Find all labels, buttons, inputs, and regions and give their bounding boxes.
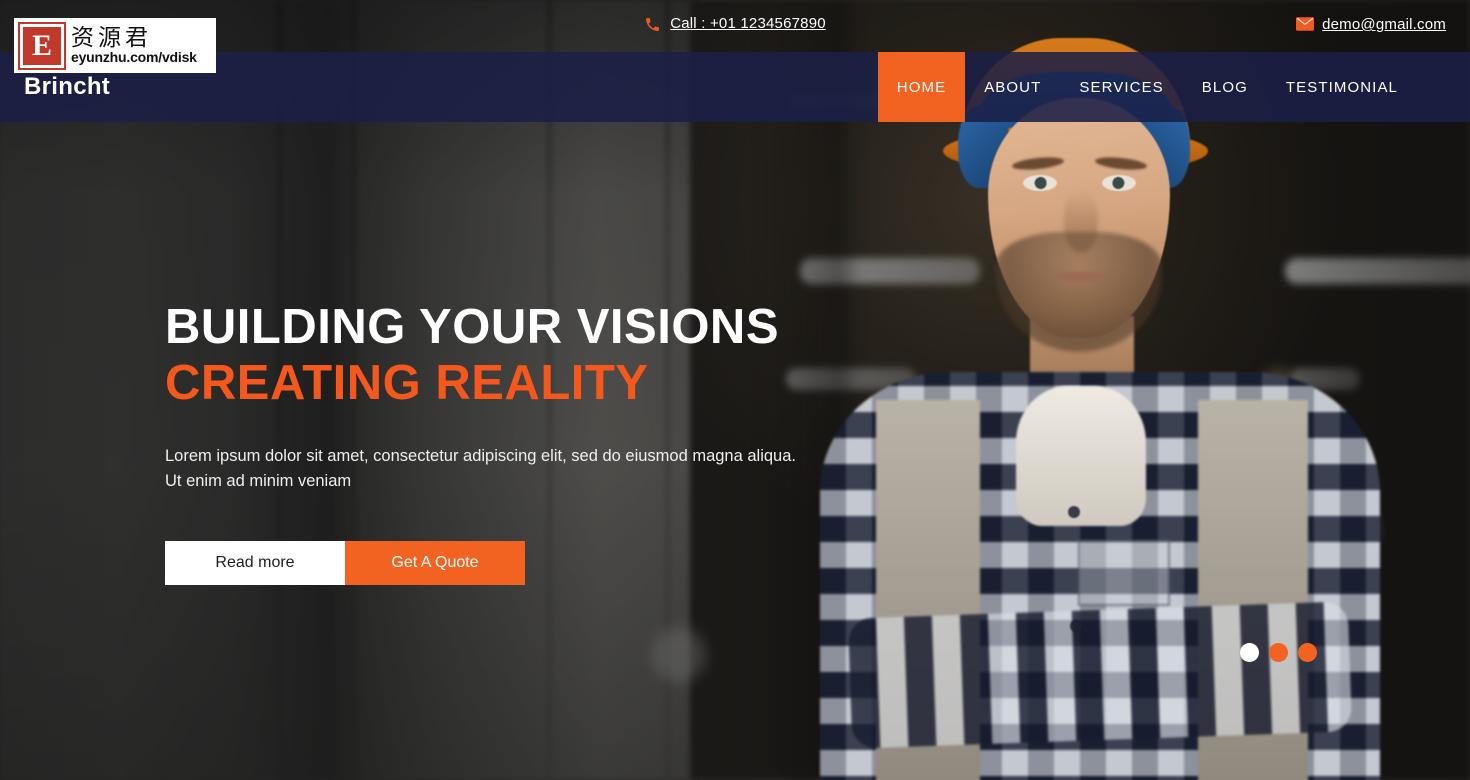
mouth bbox=[1055, 272, 1107, 281]
nav-item-services[interactable]: SERVICES bbox=[1060, 52, 1182, 122]
email-contact-link[interactable]: demo@gmail.com bbox=[1296, 16, 1446, 33]
eye-left bbox=[1023, 175, 1057, 191]
watermark-overlay: E 资源君 eyunzhu.com/vdisk bbox=[14, 18, 216, 73]
shirt-button bbox=[1068, 506, 1080, 518]
shirt-button bbox=[1070, 620, 1082, 632]
nav-item-about[interactable]: ABOUT bbox=[965, 52, 1060, 122]
watermark-logo-icon: E bbox=[18, 21, 66, 70]
top-contact-bar: Lorem ipsum dolor sit amet, Call : +01 1… bbox=[0, 0, 1470, 52]
hero-content: BUILDING YOUR VISIONS CREATING REALITY L… bbox=[165, 300, 805, 585]
topbar-center: Call : +01 1234567890 bbox=[0, 15, 1470, 38]
get-a-quote-button[interactable]: Get A Quote bbox=[345, 540, 525, 585]
nav-menu: HOME ABOUT SERVICES BLOG TESTIMONIAL bbox=[877, 52, 1470, 122]
phone-contact-link[interactable]: Call : +01 1234567890 bbox=[644, 15, 826, 32]
read-more-button[interactable]: Read more bbox=[165, 540, 345, 585]
carousel-dot-3[interactable] bbox=[1298, 643, 1317, 662]
undershirt bbox=[1016, 386, 1146, 526]
hero-heading-line1: BUILDING YOUR VISIONS bbox=[165, 300, 780, 354]
eye-right bbox=[1102, 175, 1136, 191]
beard bbox=[996, 232, 1162, 352]
watermark-chinese-text: 资源君 bbox=[71, 25, 152, 52]
brand-name-text: Brincht bbox=[24, 73, 111, 100]
hero-heading: BUILDING YOUR VISIONS CREATING REALITY bbox=[165, 300, 805, 412]
shirt-pocket bbox=[1078, 540, 1170, 606]
nav-item-home[interactable]: HOME bbox=[877, 52, 966, 122]
construction-worker-photo bbox=[780, 20, 1420, 780]
nav-item-blog[interactable]: BLOG bbox=[1183, 52, 1267, 122]
carousel-dot-2[interactable] bbox=[1269, 643, 1288, 662]
hero-paragraph: Lorem ipsum dolor sit amet, consectetur … bbox=[165, 446, 796, 491]
nav-item-testimonial[interactable]: TESTIMONIAL bbox=[1267, 52, 1470, 122]
phone-icon bbox=[644, 16, 661, 31]
carousel-pagination bbox=[1240, 643, 1317, 662]
topbar-right: demo@gmail.com bbox=[1296, 16, 1446, 36]
phone-number-text: Call : +01 1234567890 bbox=[670, 14, 826, 32]
hero-button-group: Read more Get A Quote bbox=[165, 540, 805, 585]
watermark-url-text: eyunzhu.com/vdisk bbox=[71, 49, 197, 66]
crossed-arms bbox=[847, 601, 1353, 749]
carousel-dot-1[interactable] bbox=[1240, 643, 1259, 662]
hero-heading-line2: CREATING REALITY bbox=[165, 355, 649, 410]
main-navigation-bar: Brincht HOME ABOUT SERVICES BLOG TESTIMO… bbox=[0, 52, 1470, 122]
watermark-text: 资源君 eyunzhu.com/vdisk bbox=[71, 26, 197, 65]
envelope-icon bbox=[1296, 17, 1315, 32]
email-address-text: demo@gmail.com bbox=[1322, 16, 1446, 33]
hero-page: Lorem ipsum dolor sit amet, Call : +01 1… bbox=[0, 0, 1470, 780]
